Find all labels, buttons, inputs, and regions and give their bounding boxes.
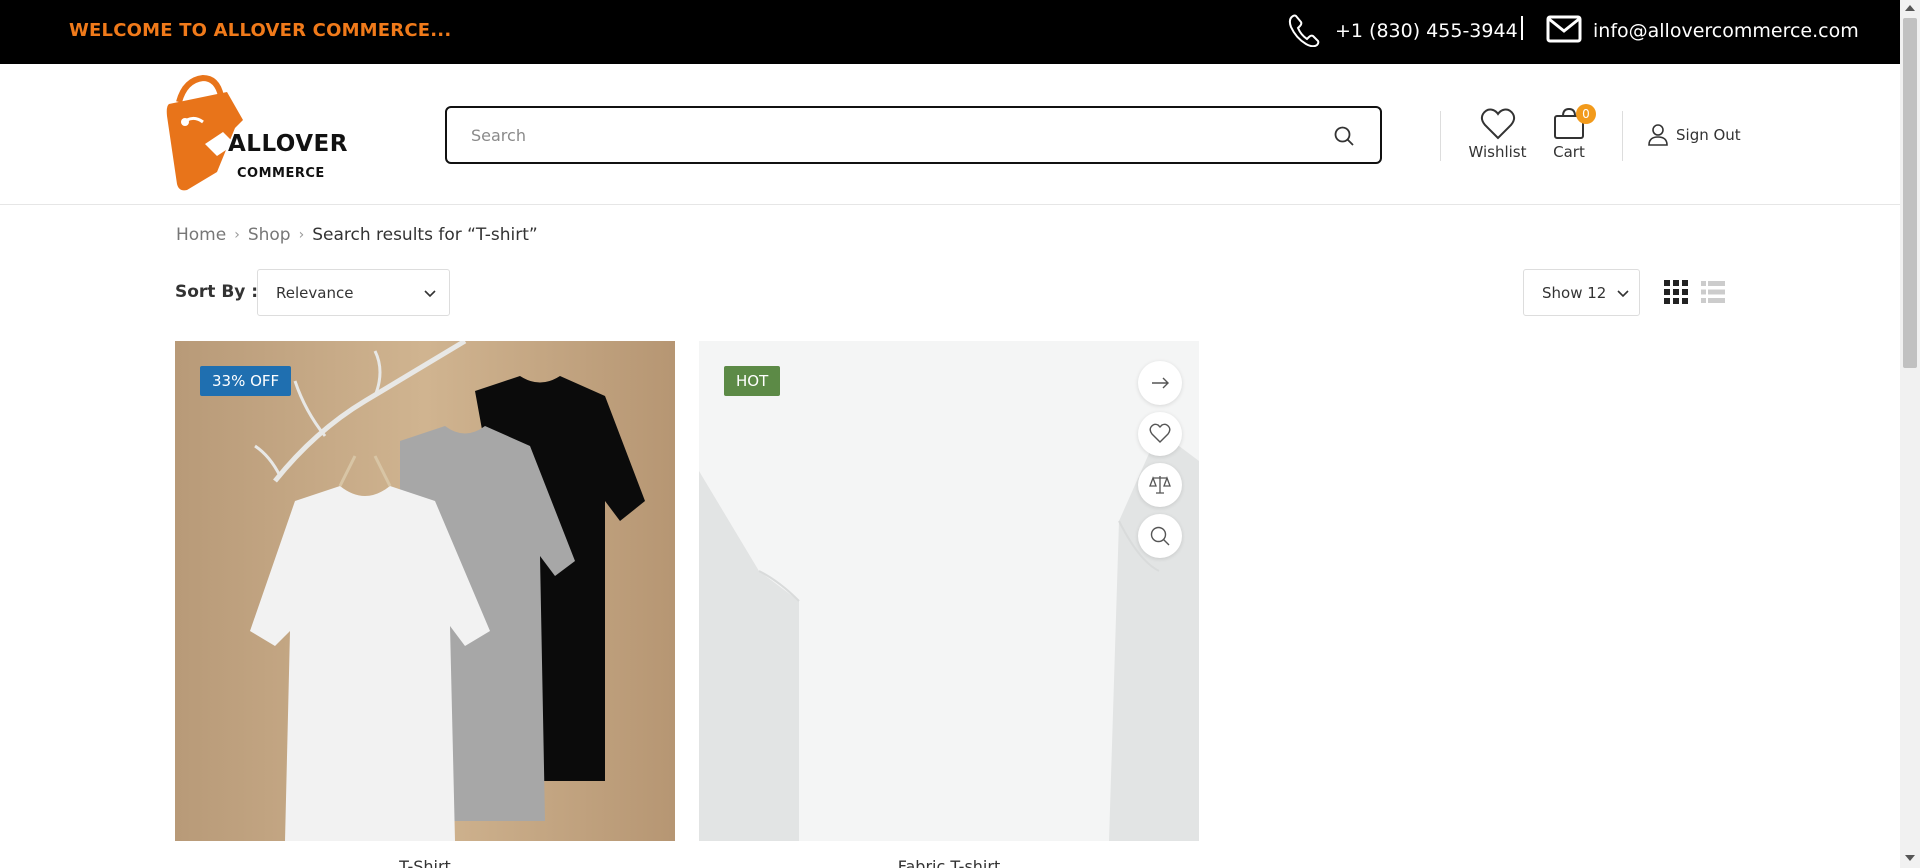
breadcrumb-current: Search results for “T-shirt”: [312, 225, 538, 245]
chevron-right-icon: ›: [298, 227, 305, 243]
product-image: [175, 341, 675, 841]
header-divider: [1440, 111, 1441, 161]
user-icon: [1648, 124, 1668, 146]
logo[interactable]: ALLOVER COMMERCE: [165, 72, 348, 196]
show-count-value: Show 12: [1542, 284, 1607, 302]
chevron-right-icon: ›: [234, 227, 240, 243]
scroll-up-icon[interactable]: [1905, 5, 1915, 11]
sign-out-label: Sign Out: [1676, 126, 1741, 144]
sort-select[interactable]: Relevance: [257, 269, 450, 316]
list-view-icon[interactable]: [1701, 280, 1725, 304]
arrow-right-icon: [1152, 377, 1169, 389]
breadcrumb-home[interactable]: Home: [176, 225, 226, 245]
product-name[interactable]: T-Shirt: [175, 857, 675, 868]
phone-icon: [1288, 14, 1320, 47]
cart-button[interactable]: Cart 0: [1546, 104, 1596, 168]
show-count-select[interactable]: Show 12: [1523, 269, 1640, 316]
heart-icon: [1149, 423, 1171, 443]
breadcrumb: Home › Shop › Search results for “T-shir…: [176, 225, 538, 245]
breadcrumb-shop[interactable]: Shop: [248, 225, 291, 245]
add-to-wishlist-button[interactable]: [1138, 412, 1182, 456]
welcome-text: WELCOME TO ALLOVER COMMERCE...: [69, 20, 452, 41]
scale-icon: [1149, 476, 1171, 494]
email-address[interactable]: info@allovercommerce.com: [1593, 20, 1859, 42]
page-scrollbar[interactable]: [1900, 0, 1920, 868]
search-icon[interactable]: [1334, 126, 1354, 146]
sort-by-label: Sort By :: [175, 282, 259, 302]
scrollbar-thumb[interactable]: [1903, 18, 1917, 368]
product-card[interactable]: HOT: [699, 341, 1199, 841]
zoom-button[interactable]: [1138, 514, 1182, 558]
search-box: [445, 106, 1382, 164]
header: ALLOVER COMMERCE Wishlist Cart 0 Sign Ou…: [0, 64, 1900, 205]
grid-view-icon[interactable]: [1664, 280, 1688, 304]
discount-badge: 33% OFF: [200, 366, 292, 396]
compare-button[interactable]: [1138, 463, 1182, 507]
sign-out-link[interactable]: Sign Out: [1648, 123, 1741, 147]
logo-text-commerce: COMMERCE: [237, 166, 325, 181]
mail-icon: [1546, 15, 1582, 43]
header-divider: [1622, 111, 1623, 161]
sort-select-value: Relevance: [276, 284, 354, 302]
search-icon: [1150, 526, 1170, 546]
quick-view-arrow-button[interactable]: [1138, 361, 1182, 405]
wishlist-label: Wishlist: [1468, 143, 1527, 161]
cart-count-badge: 0: [1576, 104, 1596, 124]
top-bar: WELCOME TO ALLOVER COMMERCE... +1 (830) …: [0, 0, 1900, 64]
phone-number[interactable]: +1 (830) 455-3944: [1335, 20, 1518, 42]
cart-label: Cart: [1553, 143, 1585, 161]
product-name[interactable]: Fabric T-shirt: [699, 857, 1199, 868]
product-image: [699, 341, 1199, 841]
topbar-divider: [1521, 16, 1523, 40]
wishlist-button[interactable]: Wishlist: [1465, 108, 1530, 168]
logo-text-allover: ALLOVER: [228, 131, 348, 157]
chevron-down-icon: [1617, 290, 1629, 298]
chevron-down-icon: [424, 290, 436, 298]
search-input[interactable]: [471, 122, 1291, 148]
scroll-down-icon[interactable]: [1905, 855, 1915, 861]
heart-icon: [1480, 108, 1515, 140]
product-card[interactable]: 33% OFF: [175, 341, 675, 841]
hot-badge: HOT: [724, 366, 781, 396]
